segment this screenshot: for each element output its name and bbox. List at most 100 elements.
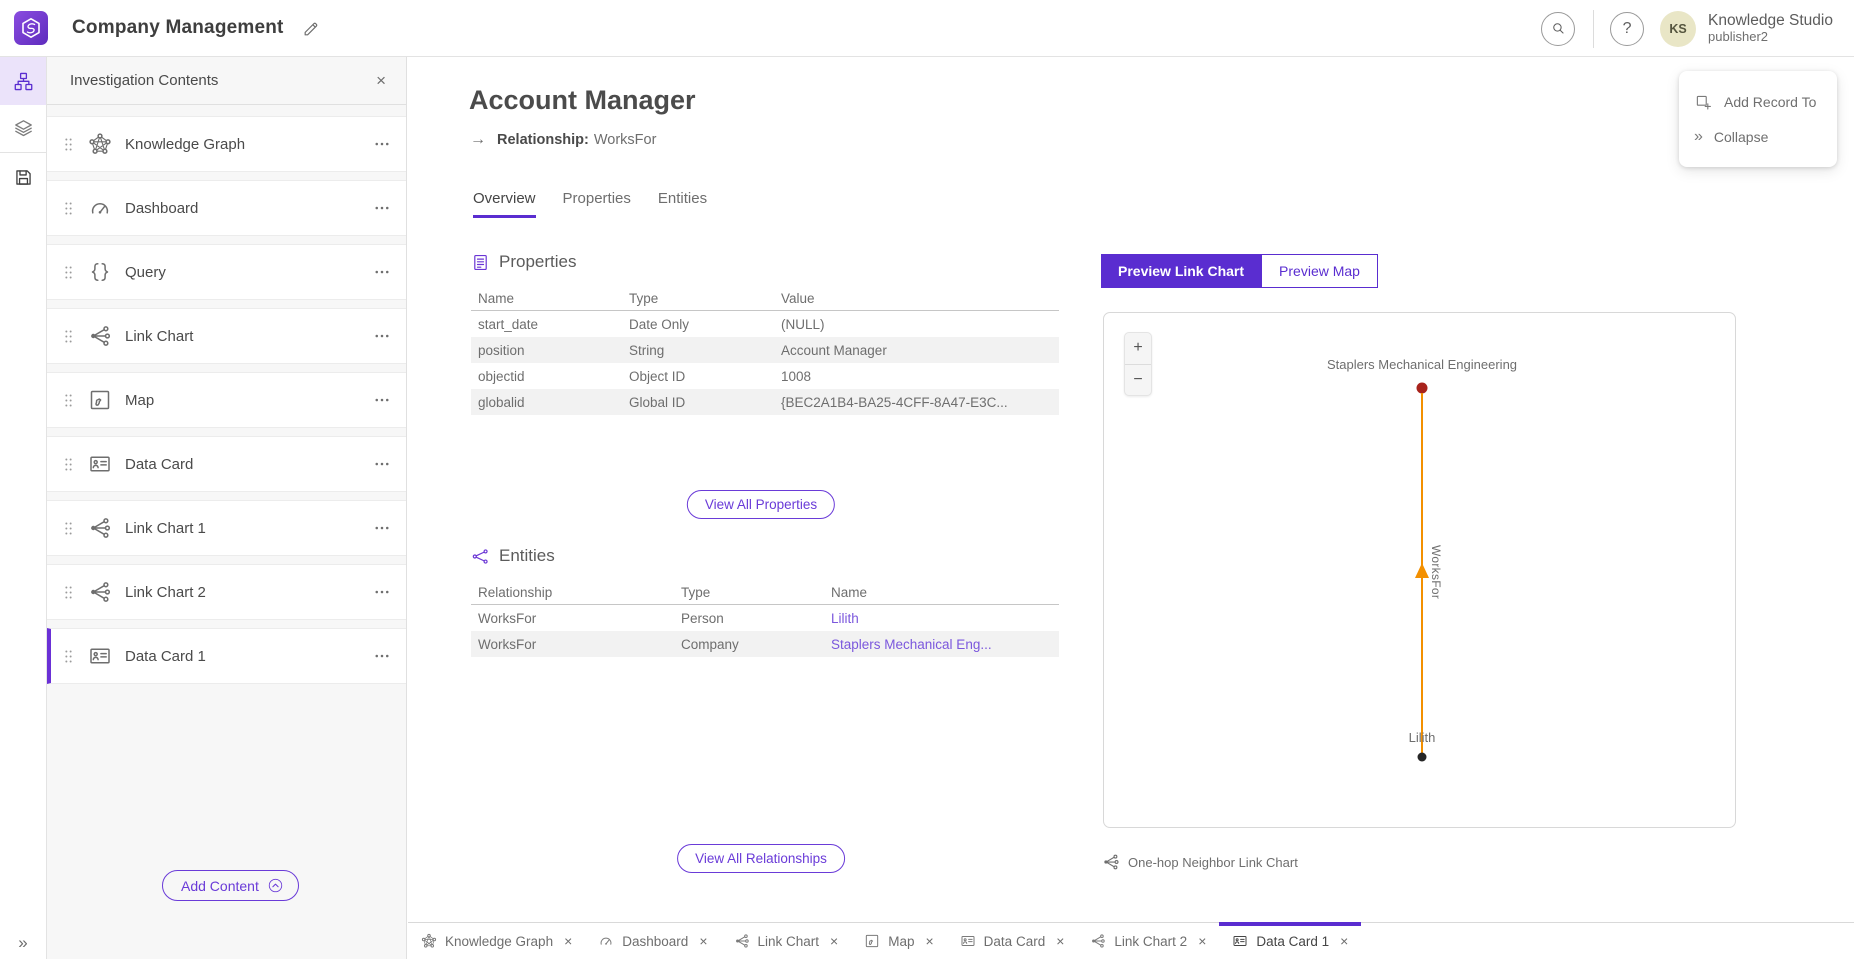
person-node-label[interactable]: Lilith [1409,730,1436,745]
close-tab-icon[interactable]: × [1198,933,1206,949]
data-card-icon [88,452,112,476]
drag-handle-icon[interactable] [60,328,77,345]
rail-save-button[interactable] [0,153,46,201]
sidebar-item-data-card[interactable]: Data Card [47,436,406,492]
preview-link-chart-button[interactable]: Preview Link Chart [1101,254,1261,288]
tab-entities[interactable]: Entities [658,190,707,218]
help-button[interactable]: ? [1610,12,1644,46]
add-content-button[interactable]: Add Content [162,870,299,901]
rail-layers-button[interactable] [0,105,46,153]
bottom-tab-map[interactable]: Map × [851,923,946,959]
drag-handle-icon[interactable] [60,584,77,601]
bottom-tab-data-card[interactable]: Data Card × [947,923,1078,959]
bottom-tab-link-chart-2[interactable]: Link Chart 2 × [1077,923,1219,959]
zoom-in-button[interactable]: + [1125,333,1151,365]
drag-handle-icon[interactable] [60,456,77,473]
arrow-right-icon: → [470,131,486,149]
entity-link-staplers[interactable]: Staplers Mechanical Eng... [831,637,992,652]
menu-item-collapse[interactable]: » Collapse [1679,119,1837,154]
table-row: position String Account Manager [471,337,1059,363]
entities-section: Entities Relationship Type Name WorksFor… [471,546,1059,657]
overflow-menu-icon[interactable] [373,135,391,153]
user-avatar[interactable]: KS [1660,11,1696,47]
zoom-out-button[interactable]: − [1125,365,1151,396]
overflow-menu-icon[interactable] [373,199,391,217]
link-chart-preview-panel[interactable]: + − Staplers Mechanical Engineering Work… [1103,312,1736,828]
search-button[interactable] [1541,12,1575,46]
drag-handle-icon[interactable] [60,648,77,665]
overflow-menu-icon[interactable] [373,455,391,473]
expand-panel-icon[interactable]: » [0,933,46,953]
menu-item-add-record-to[interactable]: Add Record To [1679,84,1837,119]
sidebar-item-link-chart-2[interactable]: Link Chart 2 [47,564,406,620]
overflow-menu-icon[interactable] [373,263,391,281]
column-header: Name [831,585,1052,600]
knowledge-graph-icon [421,933,437,949]
sidebar-item-label: Link Chart 1 [125,520,206,537]
link-chart-icon [734,933,750,949]
bottom-tab-label: Map [888,934,914,949]
entities-table: Relationship Type Name WorksFor Person L… [471,581,1059,657]
drag-handle-icon[interactable] [60,136,77,153]
table-header-row: Relationship Type Name [471,581,1059,605]
bottom-tab-link-chart[interactable]: Link Chart × [721,923,852,959]
edit-title-icon[interactable] [302,19,321,38]
app-logo-icon[interactable] [14,11,48,45]
view-all-properties-button[interactable]: View All Properties [687,490,835,519]
overflow-menu-icon[interactable] [373,647,391,665]
query-icon [88,260,112,284]
close-tab-icon[interactable]: × [1056,933,1064,949]
close-tab-icon[interactable]: × [925,933,933,949]
company-node[interactable] [1417,383,1428,394]
close-tab-icon[interactable]: × [830,933,838,949]
overflow-menu-icon[interactable] [373,391,391,409]
sidebar-item-list: Knowledge Graph Dashboard Query Link Cha… [47,116,406,684]
person-node[interactable] [1418,753,1427,762]
bottom-tab-label: Link Chart 2 [1114,934,1187,949]
detail-tabs: Overview Properties Entities [473,190,707,218]
bottom-tab-label: Data Card [984,934,1046,949]
bottom-tab-dashboard[interactable]: Dashboard × [585,923,720,959]
close-tab-icon[interactable]: × [1340,933,1348,949]
drag-handle-icon[interactable] [60,200,77,217]
preview-map-button[interactable]: Preview Map [1261,254,1378,288]
knowledge-graph-icon [88,132,112,156]
drag-handle-icon[interactable] [60,520,77,537]
column-header: Type [629,291,781,306]
close-tab-icon[interactable]: × [564,933,572,949]
bottom-tab-knowledge-graph[interactable]: Knowledge Graph × [408,923,585,959]
bottom-tab-data-card-1[interactable]: Data Card 1 × [1219,923,1361,959]
sidebar-item-link-chart-1[interactable]: Link Chart 1 [47,500,406,556]
sidebar-item-knowledge-graph[interactable]: Knowledge Graph [47,116,406,172]
overflow-menu-icon[interactable] [373,519,391,537]
sidebar-item-map[interactable]: Map [47,372,406,428]
link-chart-icon [1102,853,1120,871]
entity-link-lilith[interactable]: Lilith [831,611,859,626]
overflow-menu-icon[interactable] [373,583,391,601]
tab-overview[interactable]: Overview [473,190,536,218]
edge-label: WorksFor [1429,545,1443,599]
sidebar-item-label: Query [125,264,166,281]
sidebar-item-dashboard[interactable]: Dashboard [47,180,406,236]
drag-handle-icon[interactable] [60,264,77,281]
sidebar-item-data-card-1[interactable]: Data Card 1 [47,628,406,684]
user-name: Knowledge Studio [1708,12,1833,30]
investigation-contents-panel: Investigation Contents × Knowledge Graph… [47,57,407,959]
main-content: Account Manager → Relationship: WorksFor… [408,57,1854,922]
entities-section-title: Entities [499,546,555,566]
table-row: WorksFor Person Lilith [471,605,1059,631]
chevron-up-icon [267,877,284,894]
chart-caption: One-hop Neighbor Link Chart [1102,853,1298,871]
rail-investigation-contents-button[interactable] [0,57,46,105]
close-sidebar-icon[interactable]: × [376,72,386,89]
drag-handle-icon[interactable] [60,392,77,409]
sidebar-item-link-chart[interactable]: Link Chart [47,308,406,364]
tab-properties[interactable]: Properties [563,190,631,218]
properties-table: Name Type Value start_date Date Only (NU… [471,287,1059,415]
view-all-relationships-button[interactable]: View All Relationships [677,844,845,873]
company-node-label[interactable]: Staplers Mechanical Engineering [1327,357,1517,372]
overflow-menu-icon[interactable] [373,327,391,345]
sidebar-item-query[interactable]: Query [47,244,406,300]
close-tab-icon[interactable]: × [699,933,707,949]
collapse-icon: » [1694,128,1702,146]
